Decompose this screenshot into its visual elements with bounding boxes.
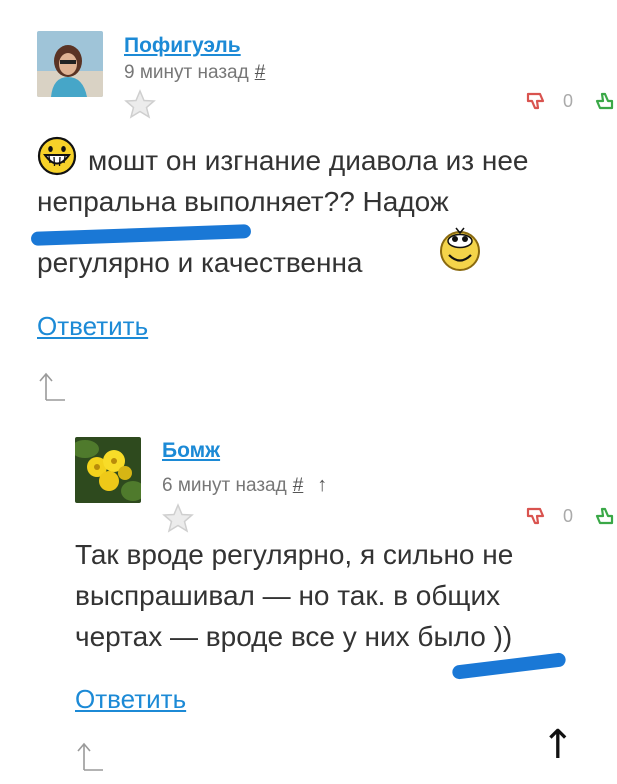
star-icon[interactable]	[162, 503, 194, 538]
thumb-up-icon[interactable]	[593, 505, 615, 532]
comment-text-line-1: Так вроде регулярно, я сильно не	[75, 539, 514, 570]
comment-text-line-1: мошт он изгнание диавола из нее	[88, 145, 529, 176]
rating-count: 0	[563, 506, 574, 526]
permalink[interactable]: #	[255, 62, 266, 83]
rating-count: 0	[563, 91, 574, 111]
up-arrow-icon[interactable]: ↑	[541, 722, 575, 768]
thumb-down-icon[interactable]	[525, 505, 547, 532]
timestamp: 9 минут назад	[124, 62, 249, 83]
comment-text-line-2: выспрашивал — но так. в общих	[75, 580, 501, 611]
parent-comment-link[interactable]: ↑	[317, 474, 327, 496]
reply-return-icon[interactable]	[37, 370, 69, 407]
rolling-eyes-emoji-icon	[438, 226, 482, 277]
thumb-down-icon[interactable]	[525, 90, 547, 117]
reply-link[interactable]: Ответить	[37, 311, 148, 342]
reply-return-icon[interactable]	[75, 740, 107, 777]
avatar[interactable]	[75, 437, 141, 503]
comment-text-line-3: чертах — вроде все у них было ))	[75, 621, 513, 652]
star-icon[interactable]	[124, 89, 156, 124]
comment-meta: 9 минут назад #	[124, 62, 265, 84]
grin-emoji-icon	[37, 136, 77, 181]
reply-link[interactable]: Ответить	[75, 684, 186, 715]
avatar[interactable]	[37, 31, 103, 97]
thumb-up-icon[interactable]	[593, 90, 615, 117]
author-name[interactable]: Бомж	[162, 439, 220, 463]
timestamp: 6 минут назад	[162, 475, 287, 496]
author-name[interactable]: Пофигуэль	[124, 34, 241, 58]
comment-text-line-3: регулярно и качественна	[37, 247, 363, 278]
comment-text-line-2: непральна выполняет?? Надож	[37, 186, 449, 217]
comment-meta: 6 минут назад # ↑	[162, 474, 327, 497]
permalink[interactable]: #	[293, 475, 304, 496]
